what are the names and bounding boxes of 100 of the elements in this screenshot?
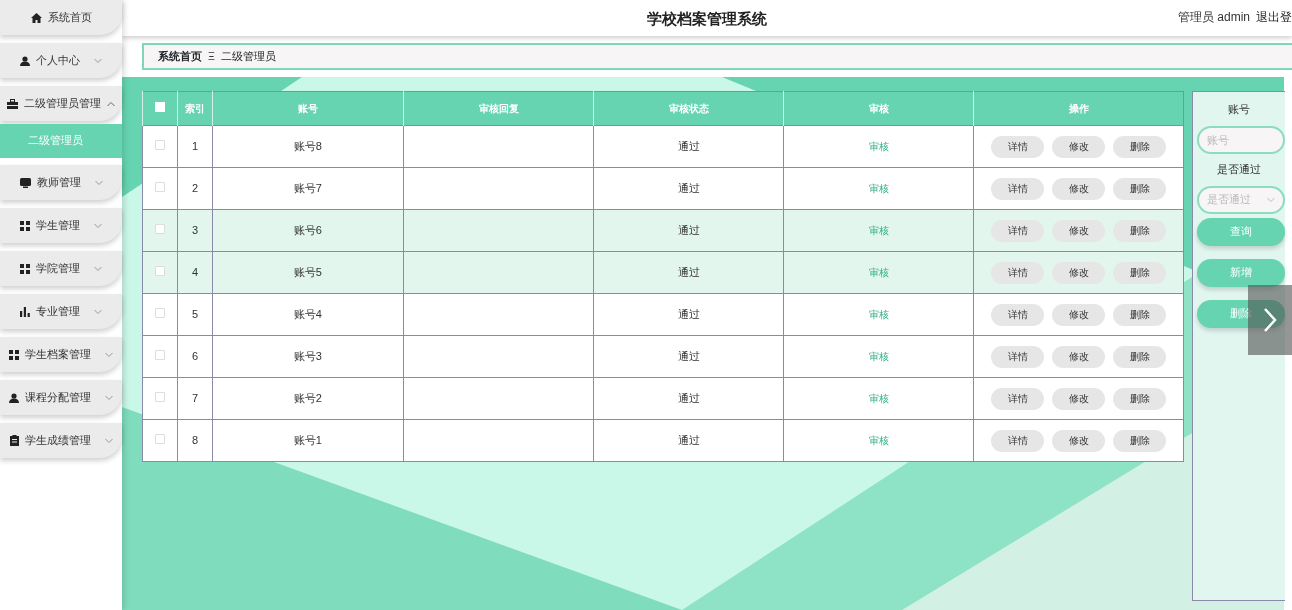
action-button[interactable]: 删除: [1113, 429, 1166, 452]
row-checkbox[interactable]: [155, 266, 165, 277]
column-header: 操作: [1068, 103, 1089, 114]
table-cell: 账号4: [293, 308, 322, 321]
table-cell: 通过: [677, 392, 700, 405]
clipboard-icon: [9, 435, 19, 446]
grid-icon: [20, 263, 30, 274]
action-button[interactable]: 修改: [1052, 219, 1105, 242]
column-header: 审核状态: [668, 103, 709, 114]
sidebar-item[interactable]: 教师管理: [0, 165, 122, 200]
column-header: 账号: [297, 103, 318, 114]
sidebar-item[interactable]: 系统首页: [0, 0, 122, 35]
app-title: 学校档案管理系统: [647, 9, 767, 29]
action-button[interactable]: 详情: [991, 345, 1044, 368]
action-button[interactable]: 删除: [1113, 345, 1166, 368]
table-cell: 6: [191, 350, 198, 363]
field-label: 是否通过: [1217, 161, 1261, 177]
table-cell: 通过: [677, 182, 700, 195]
table-cell: 4: [191, 266, 198, 279]
table-cell: 账号7: [293, 182, 322, 195]
action-button[interactable]: 删除: [1113, 261, 1166, 284]
table-cell: 账号8: [293, 140, 322, 153]
select-all-checkbox[interactable]: [155, 102, 165, 112]
table-row[interactable]: 8 账号1 通过 审核 详情 修改 删除: [142, 419, 1184, 462]
action-button[interactable]: 删除: [1113, 177, 1166, 200]
action-button[interactable]: 删除: [1113, 303, 1166, 326]
person-icon: [20, 55, 30, 66]
sidebar-item[interactable]: 课程分配管理: [0, 380, 122, 415]
table-cell: 账号1: [293, 434, 322, 447]
logout-link[interactable]: 退出登: [1256, 8, 1292, 26]
table-cell: 账号3: [293, 350, 322, 363]
table-cell: 7: [191, 392, 198, 405]
row-checkbox[interactable]: [155, 434, 165, 445]
sidebar-item[interactable]: 学生档案管理: [0, 337, 122, 372]
bar-chart-icon: [20, 306, 30, 317]
table-cell: 1: [191, 140, 198, 153]
table-cell: 通过: [677, 350, 700, 363]
sidebar-item[interactable]: 学生成绩管理: [0, 423, 122, 458]
table-cell: 通过: [677, 140, 700, 153]
table-cell: 3: [191, 224, 198, 237]
row-checkbox[interactable]: [155, 224, 165, 235]
table-cell: 账号6: [293, 224, 322, 237]
grid-icon: [20, 220, 30, 231]
action-button[interactable]: 删除: [1113, 219, 1166, 242]
action-button[interactable]: 修改: [1052, 135, 1105, 158]
action-button[interactable]: 删除: [1113, 387, 1166, 410]
person-icon: [9, 392, 19, 403]
table-cell: 账号2: [293, 392, 322, 405]
row-checkbox[interactable]: [155, 182, 165, 193]
table-cell: 通过: [677, 434, 700, 447]
table-cell: 账号5: [293, 266, 322, 279]
action-button[interactable]: 修改: [1052, 303, 1105, 326]
action-button[interactable]: 详情: [991, 387, 1044, 410]
action-button[interactable]: 详情: [991, 261, 1044, 284]
grid-icon: [9, 349, 19, 360]
briefcase-icon: [7, 98, 18, 109]
breadcrumb-separator: Ξ: [208, 48, 215, 64]
breadcrumb-link[interactable]: 二级管理员: [220, 48, 276, 65]
table-row[interactable]: 5 账号4 通过 审核 详情 修改 删除: [142, 293, 1184, 336]
action-button[interactable]: 修改: [1052, 261, 1105, 284]
action-button[interactable]: 删除: [1113, 135, 1166, 158]
action-button[interactable]: 详情: [991, 177, 1044, 200]
sidebar-item[interactable]: 学院管理: [0, 251, 122, 286]
action-button[interactable]: 详情: [991, 429, 1044, 452]
home-icon: [30, 12, 42, 23]
row-checkbox[interactable]: [155, 350, 165, 361]
action-button[interactable]: 修改: [1052, 429, 1105, 452]
action-button[interactable]: 详情: [991, 303, 1044, 326]
table-row[interactable]: 3 账号6 通过 审核 详情 修改 删除: [142, 209, 1184, 252]
sidebar-item[interactable]: 个人中心: [0, 43, 122, 78]
table-row[interactable]: 2 账号7 通过 审核 详情 修改 删除: [142, 167, 1184, 210]
table-row[interactable]: 7 账号2 通过 审核 详情 修改 删除: [142, 377, 1184, 420]
row-checkbox[interactable]: [155, 308, 165, 319]
row-checkbox[interactable]: [155, 140, 165, 151]
table-row[interactable]: 4 账号5 通过 审核 详情 修改 删除: [142, 251, 1184, 294]
action-button[interactable]: 详情: [991, 135, 1044, 158]
action-button[interactable]: 修改: [1052, 345, 1105, 368]
table-cell: 通过: [677, 266, 700, 279]
action-button[interactable]: 修改: [1052, 387, 1105, 410]
column-header: 审核回复: [478, 103, 519, 114]
sidebar-item[interactable]: 二级管理员管理: [0, 86, 122, 121]
table-cell: 通过: [677, 308, 700, 321]
table-cell: 5: [191, 308, 198, 321]
table-cell: 通过: [677, 224, 700, 237]
field-label: 账号: [1228, 102, 1250, 117]
action-button[interactable]: 修改: [1052, 177, 1105, 200]
chevron-down-icon: [1267, 196, 1275, 203]
monitor-icon: [19, 177, 31, 188]
table-cell: 2: [191, 182, 198, 195]
chevron-right-icon: [1263, 307, 1277, 333]
breadcrumb-link[interactable]: 系统首页: [158, 48, 202, 65]
table-cell: 8: [191, 434, 198, 447]
user-label: 管理员 admin: [1177, 9, 1250, 26]
action-button[interactable]: 详情: [991, 219, 1044, 242]
column-header: 审核: [868, 103, 889, 114]
sidebar-item[interactable]: 专业管理: [0, 294, 122, 329]
table-row[interactable]: 1 账号8 通过 审核 详情 修改 删除: [142, 125, 1184, 168]
sidebar-item[interactable]: 学生管理: [0, 208, 122, 243]
table-row[interactable]: 6 账号3 通过 审核 详情 修改 删除: [142, 335, 1184, 378]
row-checkbox[interactable]: [155, 392, 165, 403]
